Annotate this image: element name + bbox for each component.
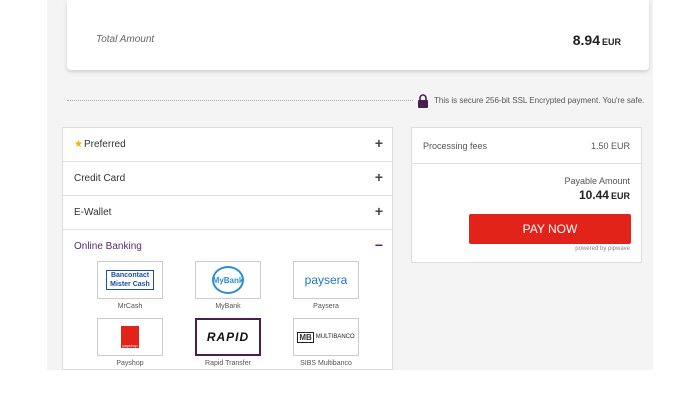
payable-amount-value: 10.44 EUR <box>578 188 630 202</box>
bank-name: Payshop <box>116 360 144 367</box>
rapid-transfer-logo: RAPID <box>195 318 261 356</box>
bancontact-logo: Bancontact Mister Cash <box>97 261 163 299</box>
bank-name: Rapid Transfer <box>205 360 251 367</box>
accordion-item-online-banking[interactable]: Online Banking − <box>63 230 392 264</box>
bank-option-mybank[interactable]: MyBank MyBank <box>195 261 261 310</box>
secure-text: This is secure 256-bit SSL Encrypted pay… <box>434 96 645 105</box>
expand-icon[interactable]: + <box>375 204 383 218</box>
processing-fees-label: Processing fees <box>423 141 488 151</box>
secure-notice: This is secure 256-bit SSL Encrypted pay… <box>67 94 645 108</box>
accordion-label: Credit Card <box>74 173 126 184</box>
expand-icon[interactable]: + <box>375 170 383 184</box>
total-amount-value: 8.94 EUR <box>572 32 621 48</box>
bank-name: MyBank <box>215 303 241 310</box>
total-card: Total Amount 8.94 EUR <box>67 0 649 70</box>
accordion-label: Online Banking <box>74 241 142 252</box>
payable-amount-label: Payable Amount <box>564 176 630 186</box>
checkout-page: Total Amount 8.94 EUR This is secure 256-… <box>47 0 653 370</box>
bank-option-rapid-transfer[interactable]: RAPID Rapid Transfer <box>195 318 261 367</box>
bank-name: MrCash <box>117 303 143 310</box>
bank-option-sibs-multibanco[interactable]: MB MULTIBANCO SIBS Multibanco <box>293 318 359 367</box>
payshop-logo: payshop <box>97 318 163 356</box>
accordion-item-e-wallet[interactable]: E-Wallet + <box>63 196 392 230</box>
total-amount-label: Total Amount <box>96 34 155 45</box>
accordion-item-credit-card[interactable]: Credit Card + <box>63 162 392 196</box>
lock-icon <box>418 94 428 108</box>
bank-option-paysera[interactable]: paysera Paysera <box>293 261 359 310</box>
processing-fees-row: Processing fees 1.50 EUR <box>412 128 641 164</box>
accordion-label: E-Wallet <box>74 207 112 218</box>
paysera-logo: paysera <box>293 261 359 299</box>
powered-by-text: powered by pipwave <box>575 246 630 252</box>
bank-option-mrcash[interactable]: Bancontact Mister Cash MrCash <box>97 261 163 310</box>
pay-now-button[interactable]: PAY NOW <box>469 214 631 244</box>
bank-option-payshop[interactable]: payshop Payshop <box>97 318 163 367</box>
star-icon: ★ <box>74 139 83 150</box>
processing-fees-value: 1.50 EUR <box>590 141 630 151</box>
accordion-label: ★Preferred <box>74 139 126 150</box>
payment-summary: Processing fees 1.50 EUR Payable Amount … <box>411 127 642 263</box>
bank-name: SIBS Multibanco <box>300 360 352 367</box>
payment-method-accordion: ★Preferred + Credit Card + E-Wallet + On… <box>62 127 393 370</box>
accordion-item-preferred[interactable]: ★Preferred + <box>63 128 392 162</box>
bank-name: Paysera <box>313 303 339 310</box>
dotted-divider <box>67 100 413 101</box>
collapse-icon[interactable]: − <box>375 238 383 252</box>
mybank-logo: MyBank <box>195 261 261 299</box>
multibanco-logo: MB MULTIBANCO <box>293 318 359 356</box>
expand-icon[interactable]: + <box>375 136 383 150</box>
